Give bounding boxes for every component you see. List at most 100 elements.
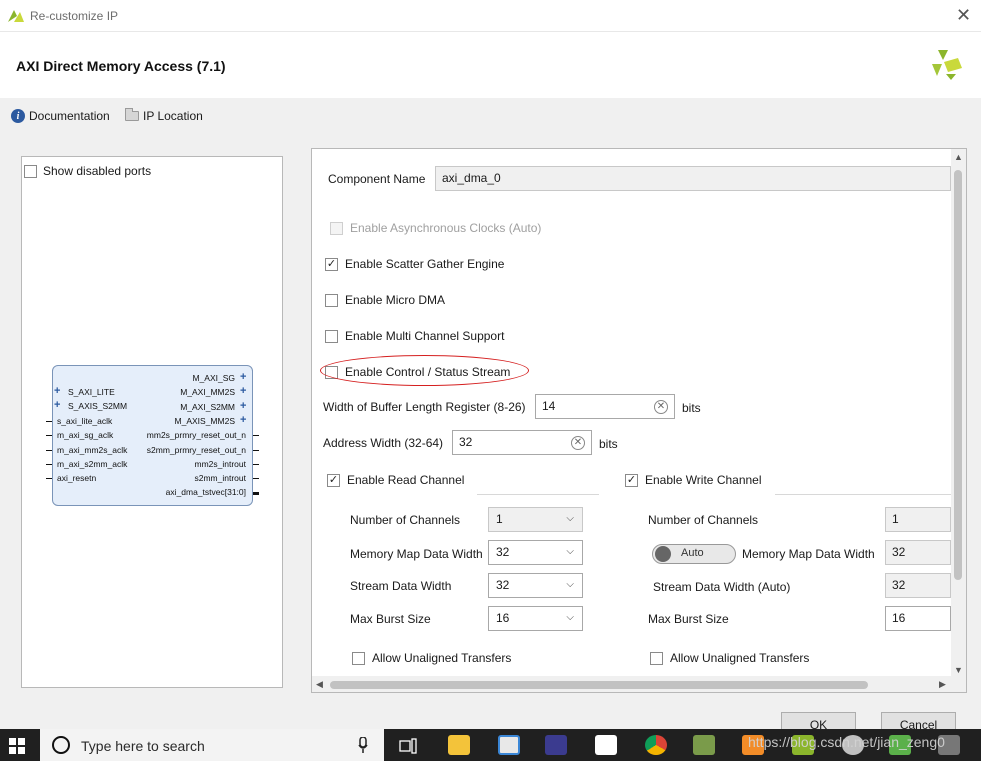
expand-icon[interactable]: + (240, 386, 246, 397)
read-mm-data-width-label: Memory Map Data Width (350, 547, 483, 561)
ip-location-label: IP Location (143, 109, 203, 123)
scroll-right-icon[interactable]: ▶ (939, 679, 946, 690)
expand-icon[interactable]: + (240, 415, 246, 426)
info-icon: i (11, 109, 25, 123)
port-s-axi-lite: S_AXI_LITE (68, 387, 115, 397)
read-stream-data-width-select[interactable]: 32 ⌵ (488, 573, 583, 598)
enable-write-channel-checkbox[interactable]: ✓ Enable Write Channel (625, 473, 762, 487)
buffer-length-input[interactable]: 14 ✕ (535, 394, 675, 419)
file-explorer-icon[interactable] (448, 735, 470, 755)
microphone-icon[interactable] (358, 737, 368, 753)
pin-line (46, 450, 52, 451)
windows-start-icon[interactable] (9, 738, 25, 754)
enable-write-channel-label: Enable Write Channel (645, 473, 762, 487)
checkbox-box (330, 221, 343, 235)
pin-line (253, 478, 259, 479)
port-mm2s-prmry-reset-out-n: mm2s_prmry_reset_out_n (146, 430, 246, 440)
read-stream-data-width-label: Stream Data Width (350, 579, 452, 593)
documentation-bar: i Documentation IP Location (0, 98, 981, 136)
component-name-input[interactable]: axi_dma_0 (435, 166, 951, 191)
scroll-left-icon[interactable]: ◀ (316, 679, 323, 690)
vertical-scroll-thumb[interactable] (954, 170, 962, 580)
read-max-burst-value: 16 (496, 611, 510, 625)
task-view-icon[interactable] (399, 738, 417, 754)
window-title: Re-customize IP (30, 9, 119, 23)
auto-toggle-label: Auto (681, 547, 704, 559)
taskbar-search-input[interactable]: Type here to search (40, 729, 384, 761)
toggle-knob (655, 546, 671, 562)
read-mm-data-width-select[interactable]: 32 ⌵ (488, 540, 583, 565)
scroll-up-icon[interactable]: ▲ (954, 152, 963, 162)
buffer-length-unit: bits (682, 401, 701, 415)
write-max-burst-label: Max Burst Size (648, 612, 729, 626)
enable-async-clocks-checkbox: Enable Asynchronous Clocks (Auto) (330, 221, 541, 235)
port-s-axi-lite-aclk: s_axi_lite_aclk (57, 416, 113, 426)
xilinx-logo-icon (932, 50, 962, 80)
read-num-channels-value: 1 (496, 512, 503, 526)
port-m-axi-mm2s: M_AXI_MM2S (180, 387, 235, 397)
close-icon[interactable]: ✕ (956, 5, 971, 26)
ip-location-link[interactable]: IP Location (125, 108, 203, 123)
checkbox-box[interactable] (24, 164, 37, 178)
store-icon[interactable] (498, 735, 520, 755)
checkbox-checked[interactable]: ✓ (325, 257, 338, 271)
address-width-value: 32 (459, 435, 473, 449)
port-s2mm-introut: s2mm_introut (194, 473, 247, 483)
expand-icon[interactable]: + (54, 400, 60, 411)
buffer-length-label: Width of Buffer Length Register (8-26) (323, 400, 526, 414)
read-num-channels-label: Number of Channels (350, 513, 461, 527)
checkbox-box[interactable] (650, 651, 663, 665)
show-disabled-ports-checkbox[interactable]: Show disabled ports (24, 164, 151, 178)
checkbox-checked[interactable]: ✓ (625, 473, 638, 487)
group-separator (775, 494, 951, 495)
mail-icon[interactable] (595, 735, 617, 755)
port-m-axis-mm2s: M_AXIS_MM2S (174, 416, 235, 426)
write-mm-data-width-value: 32 (885, 540, 951, 565)
enable-scatter-gather-label: Enable Scatter Gather Engine (345, 257, 505, 271)
chevron-down-icon: ⌵ (566, 612, 574, 623)
enable-micro-dma-label: Enable Micro DMA (345, 293, 446, 307)
checkbox-box[interactable] (325, 329, 338, 343)
port-mm2s-introut: mm2s_introut (194, 459, 247, 469)
checkbox-box[interactable] (325, 293, 338, 307)
read-max-burst-label: Max Burst Size (350, 612, 431, 626)
enable-scatter-gather-checkbox[interactable]: ✓ Enable Scatter Gather Engine (325, 257, 504, 271)
write-mm-data-width-label: Memory Map Data Width (742, 547, 875, 561)
watermark-text: https://blog.csdn.net/jian_zeng0 (748, 734, 945, 750)
scroll-down-icon[interactable]: ▼ (954, 665, 963, 675)
read-stream-data-width-value: 32 (496, 578, 510, 592)
search-circle-icon (52, 736, 70, 754)
expand-icon[interactable]: + (54, 386, 60, 397)
enable-read-channel-checkbox[interactable]: ✓ Enable Read Channel (327, 473, 464, 487)
enable-multi-channel-label: Enable Multi Channel Support (345, 329, 505, 343)
expand-icon[interactable]: + (240, 401, 246, 412)
chrome-icon[interactable] (645, 735, 667, 755)
auto-toggle[interactable]: Auto (652, 544, 736, 564)
port-axi-dma-tstvec: axi_dma_tstvec[31:0] (165, 487, 246, 497)
enable-multi-channel-checkbox[interactable]: Enable Multi Channel Support (325, 329, 504, 343)
write-max-burst-value[interactable]: 16 (885, 606, 951, 631)
clear-icon[interactable]: ✕ (654, 400, 668, 414)
folder-icon (125, 108, 139, 121)
enable-micro-dma-checkbox[interactable]: Enable Micro DMA (325, 293, 445, 307)
checkbox-checked[interactable]: ✓ (327, 473, 340, 487)
address-width-label: Address Width (32-64) (323, 436, 444, 450)
port-m-axi-s2mm: M_AXI_S2MM (180, 402, 235, 412)
app-icon[interactable] (693, 735, 715, 755)
bus-pin-line (253, 492, 259, 495)
address-width-input[interactable]: 32 ✕ (452, 430, 592, 455)
documentation-label: Documentation (29, 109, 110, 123)
pin-line (46, 478, 52, 479)
read-unaligned-checkbox[interactable]: Allow Unaligned Transfers (352, 651, 511, 665)
documentation-link[interactable]: i Documentation (11, 109, 110, 123)
write-num-channels-value: 1 (885, 507, 951, 532)
vivado-icon (8, 10, 24, 22)
clear-icon[interactable]: ✕ (571, 436, 585, 450)
horizontal-scroll-thumb[interactable] (330, 681, 868, 689)
expand-icon[interactable]: + (240, 372, 246, 383)
read-max-burst-select[interactable]: 16 ⌵ (488, 606, 583, 631)
chevron-down-icon: ⌵ (566, 513, 574, 524)
write-unaligned-checkbox[interactable]: Allow Unaligned Transfers (650, 651, 809, 665)
app-icon[interactable] (545, 735, 567, 755)
checkbox-box[interactable] (352, 651, 365, 665)
